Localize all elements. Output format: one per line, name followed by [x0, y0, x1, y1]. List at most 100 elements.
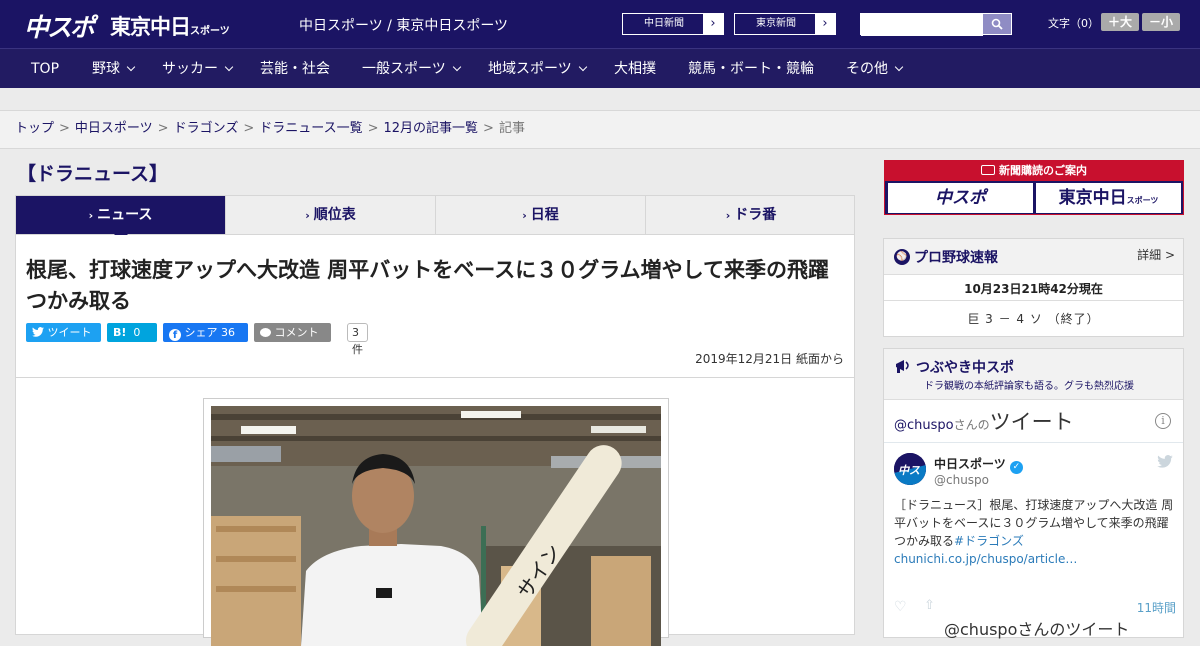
- font-smaller-button[interactable]: －小: [1142, 13, 1180, 31]
- nav-entertainment[interactable]: 芸能・社会: [260, 49, 330, 89]
- timeline-tweet-label: ツイート: [989, 410, 1074, 434]
- twitter-bird-icon[interactable]: [1157, 455, 1173, 468]
- tokyo-chunichi-logo[interactable]: 東京中日スポーツ: [110, 11, 230, 41]
- tweet-actions: ♡ ⇧ 11時間: [894, 598, 1176, 616]
- breadcrumb-top[interactable]: トップ: [15, 121, 54, 136]
- nav-top-label: TOP: [31, 61, 60, 77]
- nav-sumo[interactable]: 大相撲: [614, 49, 656, 89]
- sub-bar: [0, 88, 1200, 111]
- account-name[interactable]: 中日スポーツ ✓: [934, 455, 1023, 474]
- tab-schedule-label: 日程: [530, 207, 559, 223]
- main-nav: TOP 野球 サッカー 芸能・社会 一般スポーツ 地域スポーツ 大相撲 競馬・ボ…: [0, 48, 1200, 88]
- share-count: 36: [221, 326, 235, 339]
- breadcrumb-separator: >: [367, 121, 379, 136]
- breadcrumb-chunichi-sports[interactable]: 中日スポーツ: [75, 121, 153, 136]
- breadcrumb-dora-news-list[interactable]: ドラニュース一覧: [259, 121, 362, 136]
- info-icon[interactable]: i: [1155, 413, 1171, 429]
- chevron-down-icon: [452, 62, 461, 72]
- breadcrumb-separator: >: [243, 121, 255, 136]
- ad-title-bar: 新聞購読のご案内: [885, 161, 1183, 181]
- subscription-ad[interactable]: 新聞購読のご案内 中スポ 東京中日スポーツ: [884, 160, 1184, 215]
- comment-button[interactable]: コメント: [254, 323, 331, 342]
- account-name-text: 中日スポーツ: [934, 457, 1006, 471]
- tokyo-shimbun-link[interactable]: 東京新聞 ›: [734, 13, 836, 35]
- svg-text:中ス: 中ス: [898, 464, 920, 477]
- tweets-header: つぶやき中スポ ドラ観戦の本紙評論家も語る。グラも熱烈応援: [884, 349, 1183, 400]
- baseball-update-time: 10月23日21時42分現在: [964, 282, 1103, 296]
- tweet-link[interactable]: chunichi.co.jp/chuspo/article…: [894, 552, 1077, 566]
- search-box: [860, 13, 1012, 36]
- font-bigger-button[interactable]: ＋大: [1101, 13, 1139, 31]
- site-name: 中日スポーツ / 東京中日スポーツ: [299, 18, 509, 34]
- tweets-box: つぶやき中スポ ドラ観戦の本紙評論家も語る。グラも熱烈応援 @chuspoさんの…: [883, 348, 1184, 640]
- share-icon[interactable]: ⇧: [924, 598, 935, 613]
- chevron-right-icon: ›: [815, 14, 835, 34]
- chunichi-shimbun-link[interactable]: 中日新聞 ›: [622, 13, 724, 35]
- breadcrumb-current: 記事: [498, 121, 525, 136]
- nav-top[interactable]: TOP: [31, 49, 59, 89]
- tweet-body: ［ドラニュース］根尾、打球速度アップへ大改造 周平バットをベースに３０グラム増や…: [894, 498, 1174, 548]
- search-input[interactable]: [861, 16, 983, 36]
- tokyo-chunichi-logo-text: 東京中日: [110, 15, 191, 39]
- chevron-right-icon: ›: [522, 209, 527, 222]
- more-tweets-link[interactable]: @chuspoさんのツイート: [944, 616, 1129, 640]
- speech-bubble-icon: [260, 328, 271, 337]
- baseball-header: ⚾ プロ野球速報 詳細 >: [884, 239, 1183, 275]
- nav-racing-label: 競馬・ボート・競輪: [688, 61, 814, 77]
- baseball-icon: ⚾: [894, 249, 910, 265]
- player-with-bat-photo: サイン: [211, 406, 661, 646]
- search-button[interactable]: [983, 14, 1011, 34]
- tab-standings-label: 順位表: [313, 207, 356, 223]
- tab-news[interactable]: › ニュース: [16, 196, 226, 241]
- ad-tokyo-chunichi-logo[interactable]: 東京中日スポーツ: [1036, 183, 1181, 213]
- tab-schedule[interactable]: › 日程: [436, 196, 646, 234]
- nav-baseball[interactable]: 野球: [92, 49, 136, 89]
- hatena-bookmark-button[interactable]: B! 0: [107, 323, 157, 342]
- baseball-title: プロ野球速報: [914, 250, 998, 266]
- tab-standings[interactable]: › 順位表: [226, 196, 436, 234]
- article-date: 2019年12月21日 紙面から: [695, 352, 844, 366]
- tweet-time[interactable]: 11時間: [1137, 599, 1176, 616]
- breadcrumb-dragons[interactable]: ドラゴンズ: [174, 121, 239, 136]
- hatena-icon: B!: [113, 326, 127, 339]
- breadcrumb-separator: >: [157, 121, 169, 136]
- tab-doraban-label: ドラ番: [734, 207, 777, 223]
- tweet-button[interactable]: ツイート: [26, 323, 101, 342]
- account-handle[interactable]: @chuspo: [934, 473, 989, 487]
- heart-icon[interactable]: ♡: [894, 599, 907, 615]
- verified-badge-icon: ✓: [1009, 461, 1023, 474]
- tab-news-label: ニュース: [97, 207, 153, 223]
- facebook-share-button[interactable]: f シェア 36: [163, 323, 248, 342]
- nav-racing[interactable]: 競馬・ボート・競輪: [688, 49, 814, 89]
- breadcrumb: トップ > 中日スポーツ > ドラゴンズ > ドラニュース一覧 >12月の記事一覧 > 記事: [0, 111, 1200, 149]
- tab-doraban[interactable]: › ドラ番: [646, 196, 856, 234]
- tweets-title: つぶやき中スポ: [916, 360, 1014, 376]
- tweet-hashtag[interactable]: #ドラゴンズ: [954, 534, 1024, 548]
- timeline-handle[interactable]: @chuspo: [894, 418, 954, 433]
- article-photo[interactable]: サイン: [211, 406, 661, 646]
- breadcrumb-december-list[interactable]: 12月の記事一覧: [384, 121, 479, 136]
- nav-other[interactable]: その他: [846, 49, 904, 89]
- chevron-right-icon: ›: [305, 209, 310, 222]
- timeline-san: さんの: [953, 418, 990, 432]
- breadcrumb-separator: >: [59, 121, 70, 136]
- ad-tokyo-chunichi-text: 東京中日: [1058, 188, 1127, 208]
- nav-sumo-label: 大相撲: [614, 61, 656, 77]
- chuspo-logo[interactable]: 中スポ: [24, 8, 95, 44]
- nav-local-sports[interactable]: 地域スポーツ: [488, 49, 587, 89]
- divider: [884, 442, 1183, 443]
- baseball-score[interactable]: 巨 3 － 4 ソ （終了）: [884, 310, 1183, 327]
- tweets-subtitle: ドラ観戦の本紙評論家も語る。グラも熱烈応援: [924, 381, 1134, 392]
- nav-other-label: その他: [846, 61, 888, 77]
- nav-soccer-label: サッカー: [162, 61, 218, 77]
- baseball-detail-link[interactable]: 詳細 >: [1137, 246, 1175, 263]
- nav-soccer[interactable]: サッカー: [162, 49, 234, 89]
- chevron-right-icon: ›: [725, 209, 731, 222]
- avatar[interactable]: 中ス: [894, 453, 926, 485]
- chevron-down-icon: [578, 62, 587, 72]
- section-title: 【ドラニュース】: [17, 163, 169, 185]
- ad-chuspo-logo[interactable]: 中スポ: [888, 183, 1033, 213]
- nav-local-sports-label: 地域スポーツ: [488, 61, 572, 77]
- nav-general-sports[interactable]: 一般スポーツ: [362, 49, 461, 89]
- share-label: シェア: [184, 326, 218, 339]
